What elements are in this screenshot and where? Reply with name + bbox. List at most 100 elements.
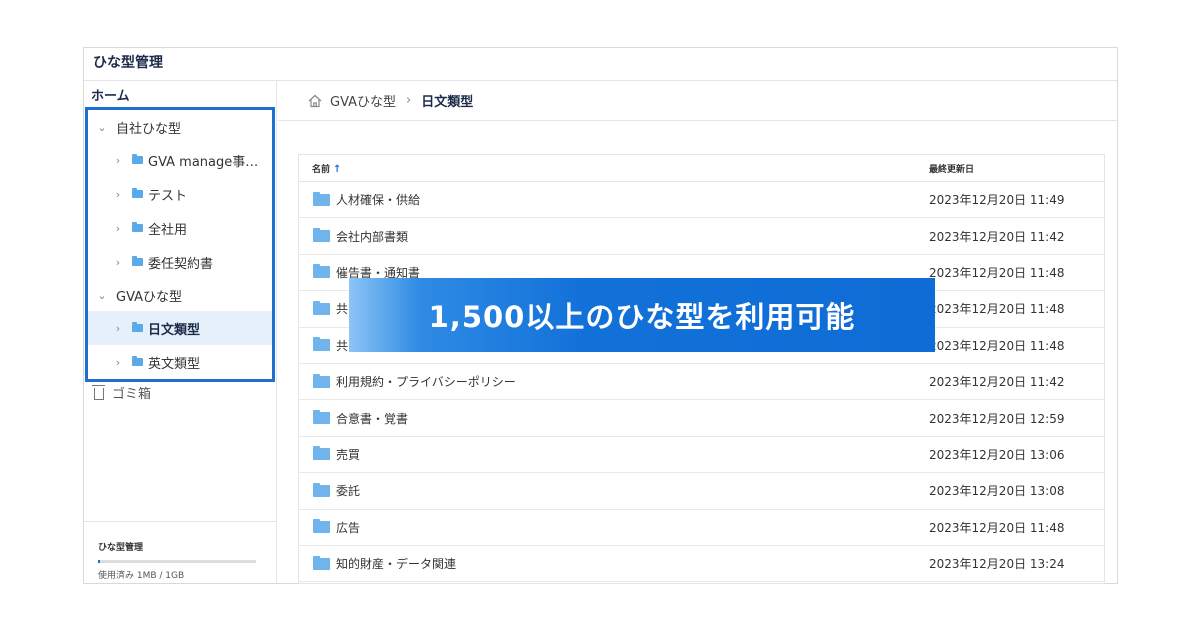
row-name-cell: 知的財産・データ関連	[299, 555, 929, 572]
row-name: 売買	[336, 447, 361, 462]
tree-item-english-templates[interactable]: › 英文類型	[88, 345, 272, 379]
folder-icon	[313, 555, 330, 570]
table-body: 人材確保・供給 2023年12月20日 11:49 会社内部書類 2023年12月20…	[299, 182, 1104, 583]
tree-item-label: テスト	[148, 188, 188, 204]
row-updated: 2023年12月20日 12:59	[929, 411, 1065, 426]
row-updated: 2023年12月20日 11:42	[929, 229, 1065, 244]
chevron-right-icon[interactable]: ›	[112, 222, 124, 235]
row-updated: 2023年12月20日 11:49	[929, 193, 1065, 208]
row-updated: 2023年12月20日 13:24	[929, 557, 1065, 572]
tree-item-label: 委任契約書	[148, 256, 214, 272]
tree-item-japanese-templates[interactable]: › 日文類型	[88, 311, 272, 345]
storage-progress-fill	[98, 560, 100, 563]
row-name: 会社内部書類	[336, 229, 409, 244]
folder-icon	[313, 373, 330, 388]
tree-item-own-templates[interactable]: ⌄ 自社ひな型	[88, 110, 272, 144]
folder-icon	[313, 300, 330, 315]
tree-item-company-wide[interactable]: › 全社用	[88, 211, 272, 245]
tree-item-gva-templates[interactable]: ⌄ GVAひな型	[88, 278, 272, 312]
table-row[interactable]: 知的財産・データ関連 2023年12月20日 13:24	[299, 546, 1104, 583]
folder-icon	[313, 410, 330, 425]
row-name: 知的財産・データ関連	[336, 557, 457, 572]
storage-progress-bar	[98, 560, 256, 563]
tree-item-label: GVA manage事業部	[148, 154, 268, 170]
chevron-right-icon[interactable]: ›	[112, 322, 124, 335]
tree-item-label: 全社用	[148, 222, 188, 238]
row-updated: 2023年12月20日 11:48	[929, 265, 1065, 280]
table-row[interactable]: 合意書・覚書 2023年12月20日 12:59	[299, 400, 1104, 437]
folder-icon	[313, 228, 330, 243]
storage-title: ひな型管理	[98, 543, 144, 553]
sidebar-item-trash[interactable]: ゴミ箱	[92, 383, 152, 402]
folder-icon	[313, 337, 330, 352]
row-name: 広告	[336, 520, 361, 535]
table-row[interactable]: 人材確保・供給 2023年12月20日 11:49	[299, 182, 1104, 219]
sidebar-home-link[interactable]: ホーム	[91, 85, 130, 104]
table-row[interactable]: 利用規約・プライバシーポリシー 2023年12月20日 11:42	[299, 364, 1104, 401]
promo-banner: 1,500以上のひな型を利用可能	[349, 278, 935, 352]
tree-item-label: 英文類型	[148, 356, 201, 372]
folder-icon	[313, 264, 330, 279]
table-row[interactable]: 広告 2023年12月20日 11:48	[299, 510, 1104, 546]
row-updated: 2023年12月20日 13:08	[929, 484, 1065, 499]
row-updated: 2023年12月20日 11:42	[929, 375, 1065, 390]
row-name: 利用規約・プライバシーポリシー	[336, 375, 516, 390]
row-name: 人材確保・供給	[336, 193, 421, 208]
breadcrumb-root[interactable]: GVAひな型	[330, 91, 396, 110]
folder-icon	[132, 154, 143, 164]
folder-icon	[313, 482, 330, 497]
folder-icon	[313, 446, 330, 461]
tree-item-label: 日文類型	[148, 322, 201, 338]
row-name-cell: 会社内部書類	[299, 228, 929, 245]
row-name-cell: 人材確保・供給	[299, 191, 929, 208]
breadcrumb: GVAひな型 › 日文類型	[278, 81, 1118, 121]
row-name: 委託	[336, 484, 361, 499]
row-name-cell: 売買	[299, 446, 929, 463]
table-row[interactable]: 売買 2023年12月20日 13:06	[299, 437, 1104, 474]
sidebar: ホーム ⌄ 自社ひな型 › GVA manage事業部 › テスト › 全社用	[84, 81, 277, 583]
row-name-cell: 委託	[299, 482, 929, 499]
folder-icon	[132, 222, 143, 232]
row-updated: 2023年12月20日 11:48	[929, 302, 1065, 317]
chevron-down-icon[interactable]: ⌄	[96, 121, 108, 134]
tree-item-mandate-contract[interactable]: › 委任契約書	[88, 245, 272, 279]
tree-item-test[interactable]: › テスト	[88, 177, 272, 211]
column-header-name-label: 名前	[312, 164, 331, 175]
breadcrumb-current: 日文類型	[421, 95, 474, 110]
folder-icon	[313, 191, 330, 206]
tree-item-label: GVAひな型	[116, 289, 183, 305]
folder-tree: ⌄ 自社ひな型 › GVA manage事業部 › テスト › 全社用 › 委任…	[85, 107, 275, 382]
folder-table: 名前 ↑ 最終更新日 人材確保・供給 2023年12月20日 11:49 会社内部書類…	[298, 154, 1105, 584]
trash-icon	[92, 384, 105, 400]
row-name-cell: 利用規約・プライバシーポリシー	[299, 373, 929, 390]
row-updated: 2023年12月20日 11:48	[929, 338, 1065, 353]
table-header: 名前 ↑ 最終更新日	[299, 155, 1104, 182]
storage-panel: ひな型管理 使用済み 1MB / 1GB	[84, 521, 276, 583]
trash-label: ゴミ箱	[112, 387, 152, 402]
folder-icon	[132, 256, 143, 266]
row-name-cell: 合意書・覚書	[299, 410, 929, 427]
row-name-cell: 広告	[299, 519, 929, 536]
table-row[interactable]: 会社内部書類 2023年12月20日 11:42	[299, 218, 1104, 255]
chevron-right-icon: ›	[406, 93, 412, 108]
folder-icon	[132, 322, 143, 332]
column-header-updated[interactable]: 最終更新日	[929, 162, 974, 175]
chevron-right-icon[interactable]: ›	[112, 154, 124, 167]
row-name: 合意書・覚書	[336, 411, 409, 426]
folder-icon	[313, 519, 330, 534]
chevron-down-icon[interactable]: ⌄	[96, 289, 108, 302]
row-updated: 2023年12月20日 13:06	[929, 447, 1065, 462]
chevron-right-icon[interactable]: ›	[112, 256, 124, 269]
column-header-name[interactable]: 名前 ↑	[299, 162, 929, 175]
chevron-right-icon[interactable]: ›	[112, 188, 124, 201]
row-updated: 2023年12月20日 11:48	[929, 520, 1065, 535]
storage-usage: 使用済み 1MB / 1GB	[98, 571, 185, 581]
sort-ascending-icon[interactable]: ↑	[333, 164, 341, 175]
table-row[interactable]: 委託 2023年12月20日 13:08	[299, 473, 1104, 510]
folder-icon	[132, 188, 143, 198]
chevron-right-icon[interactable]: ›	[112, 356, 124, 369]
tree-item-label: 自社ひな型	[116, 121, 182, 137]
folder-icon	[132, 356, 143, 366]
tree-item-gva-manage[interactable]: › GVA manage事業部	[88, 143, 272, 177]
home-icon[interactable]	[308, 94, 322, 108]
